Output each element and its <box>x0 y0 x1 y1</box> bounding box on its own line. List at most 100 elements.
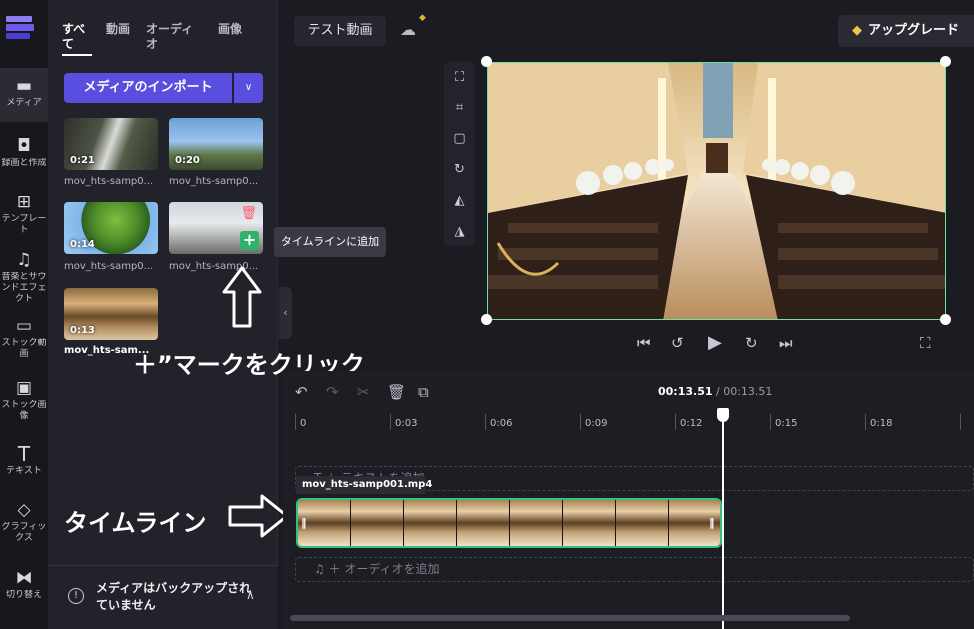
playhead[interactable] <box>722 410 724 629</box>
play-icon[interactable]: ▶ <box>708 332 722 353</box>
cloud-off-icon[interactable]: ☁ <box>400 20 416 39</box>
rail-item-stock-video[interactable]: ▭ ストック動画 <box>0 316 48 362</box>
trim-handle-right[interactable]: ‖ <box>709 514 715 532</box>
tick <box>295 414 296 430</box>
skip-to-end-icon[interactable]: ⏭ <box>779 334 793 352</box>
duration-label: 0:14 <box>70 239 95 250</box>
rail-item-templates[interactable]: ⊞ テンプレート <box>0 192 48 238</box>
rail-label: 音楽とサウンドエフェクト <box>1 272 47 304</box>
tick-label: 0:15 <box>775 418 798 429</box>
split-icon[interactable]: ✂ <box>357 383 370 401</box>
tick-label: 0:18 <box>870 418 893 429</box>
duration-label: 0:21 <box>70 155 95 166</box>
resize-handle[interactable] <box>940 314 951 325</box>
backup-notice: ! メディアはバックアップされていません ∧ <box>48 565 278 629</box>
tick <box>390 414 391 430</box>
clip-frame <box>457 500 510 546</box>
undo-icon[interactable]: ↶ <box>295 383 308 401</box>
rail-label: グラフィックス <box>1 522 47 543</box>
chapel-scene-image <box>488 63 945 319</box>
rotate-icon[interactable]: ↻ <box>444 160 475 180</box>
import-media-button[interactable]: メディアのインポート <box>64 73 232 103</box>
tick <box>770 414 771 430</box>
rewind-5s-icon[interactable]: ↺ <box>671 334 684 352</box>
timeline-scrollbar[interactable] <box>290 615 850 621</box>
plus-icon: + <box>242 230 257 249</box>
clip-frame <box>563 500 616 546</box>
clip-frame <box>616 500 669 546</box>
delete-icon[interactable]: 🗑 <box>387 383 406 401</box>
rail-label: メディア <box>6 98 42 108</box>
trash-icon[interactable]: 🗑 <box>240 206 257 221</box>
stock-image-icon: ▣ <box>15 378 33 398</box>
total-time: / 00:13.51 <box>716 385 773 398</box>
music-icon: ♫ <box>16 250 32 270</box>
media-item-name: mov_hts-samp0... <box>64 261 154 272</box>
clip-frame <box>351 500 404 546</box>
rail-item-music[interactable]: ♫ 音楽とサウンドエフェクト <box>0 250 48 308</box>
tab-video[interactable]: 動画 <box>106 22 132 56</box>
media-tabs: すべて 動画 オーディオ 画像 <box>62 22 244 56</box>
duplicate-icon[interactable]: ⧉ <box>418 383 429 401</box>
preview-toolbar: ⛶ ⌗ ▢ ↻ ◭ ◮ <box>444 62 475 246</box>
add-audio-track[interactable]: ♫ ＋ オーディオを追加 <box>295 557 974 582</box>
trim-handle-left[interactable]: ‖ <box>301 514 307 532</box>
tick <box>865 414 866 430</box>
video-clip[interactable]: ‖ ‖ <box>296 498 722 548</box>
tab-audio[interactable]: オーディオ <box>146 22 204 56</box>
project-title[interactable]: テスト動画 <box>294 16 386 46</box>
media-item[interactable]: 0:14 <box>64 202 158 254</box>
import-dropdown-button[interactable]: ∨ <box>234 73 263 103</box>
collapse-panel-button[interactable]: ‹ <box>279 287 292 339</box>
forward-5s-icon[interactable]: ↻ <box>745 334 758 352</box>
playhead-handle[interactable] <box>717 408 729 422</box>
rail-label: ストック動画 <box>1 338 47 359</box>
upgrade-button[interactable]: ◆ アップグレード <box>838 15 974 47</box>
tick <box>960 414 961 430</box>
chevron-up-icon[interactable]: ∧ <box>246 588 255 602</box>
chevron-down-icon: ∨ <box>244 82 253 93</box>
tab-image[interactable]: 画像 <box>218 22 244 56</box>
crop-icon[interactable]: ⌗ <box>444 98 475 118</box>
duration-label: 0:13 <box>70 325 95 336</box>
media-item[interactable]: 0:21 <box>64 118 158 170</box>
redo-icon[interactable]: ↷ <box>326 383 339 401</box>
left-rail: ▬ メディア ◘ 録画と作成 ⊞ テンプレート ♫ 音楽とサウンドエフェクト ▭… <box>0 0 48 629</box>
tab-all[interactable]: すべて <box>62 22 92 56</box>
resize-handle[interactable] <box>481 56 492 67</box>
rail-label: テキスト <box>6 466 42 476</box>
resize-handle[interactable] <box>940 56 951 67</box>
fullscreen-icon[interactable]: ⛶ <box>920 334 931 352</box>
media-item[interactable]: 0:13 <box>64 288 158 340</box>
rail-label: 切り替え <box>5 590 42 600</box>
graphics-icon: ◇ <box>17 500 31 520</box>
flip-vertical-icon[interactable]: ◮ <box>444 222 475 242</box>
diamond-icon: ◆ <box>852 23 862 38</box>
resize-handle[interactable] <box>481 314 492 325</box>
rail-item-media[interactable]: ▬ メディア <box>0 68 48 122</box>
camera-icon: ◘ <box>17 136 31 156</box>
pip-icon[interactable]: ▢ <box>444 129 475 149</box>
flip-horizontal-icon[interactable]: ◭ <box>444 191 475 211</box>
rail-label: テンプレート <box>1 214 47 235</box>
chevron-left-icon: ‹ <box>283 306 288 319</box>
media-item[interactable]: 0:20 <box>169 118 263 170</box>
rail-item-transitions[interactable]: ⧓ 切り替え <box>0 568 48 608</box>
annotation-arrow-up-icon <box>222 266 262 328</box>
rail-label: ストック画像 <box>1 400 47 421</box>
video-preview[interactable] <box>487 62 946 320</box>
add-to-timeline-button[interactable]: + <box>240 231 259 250</box>
text-icon: T <box>17 442 31 466</box>
tick <box>675 414 676 430</box>
info-icon: ! <box>68 588 84 604</box>
rail-item-text[interactable]: T テキスト <box>0 444 48 484</box>
annotation-timeline: タイムライン <box>64 509 207 537</box>
rail-item-record[interactable]: ◘ 録画と作成 <box>0 136 48 176</box>
clip-frame <box>404 500 457 546</box>
rail-item-stock-image[interactable]: ▣ ストック画像 <box>0 378 48 424</box>
rail-item-graphics[interactable]: ◇ グラフィックス <box>0 500 48 550</box>
fit-icon[interactable]: ⛶ <box>444 68 475 88</box>
media-item-name: mov_hts-samp0... <box>64 176 154 187</box>
skip-to-start-icon[interactable]: ⏮ <box>637 334 651 352</box>
tick <box>485 414 486 430</box>
